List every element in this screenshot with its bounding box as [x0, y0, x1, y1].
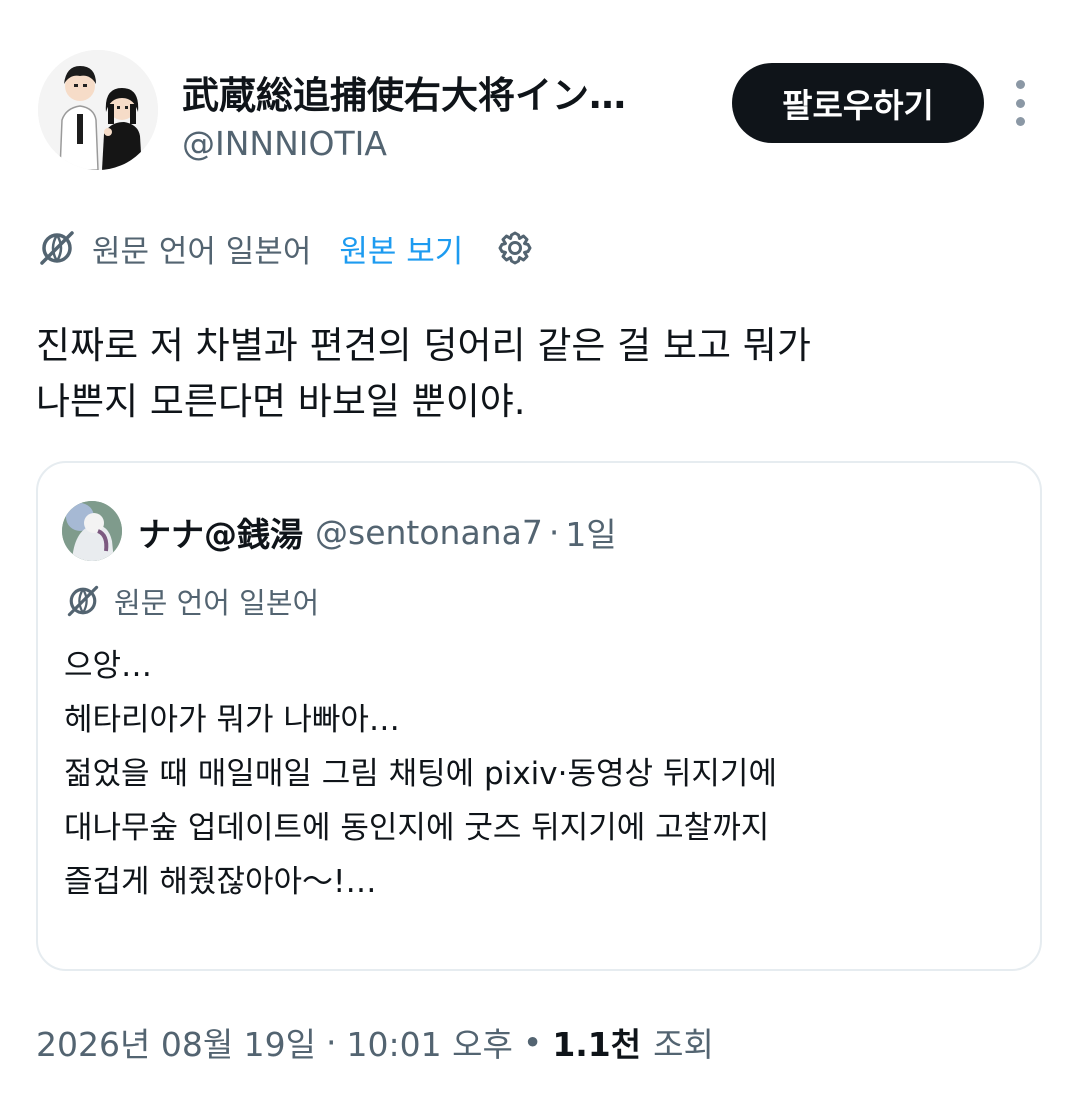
quote-source-language-label: 원문 언어 일본어	[114, 586, 320, 620]
quoted-tweet-card[interactable]: ナナ@銭湯 @sentonana7 · 1일 원문 언어 일본어 으앙… 헤타리…	[36, 461, 1042, 971]
tweet-text: 진짜로 저 차별과 편견의 덩어리 같은 걸 보고 뭐가 나쁜지 모른다면 바보…	[36, 318, 1046, 430]
views-count[interactable]: 1.1천	[552, 1018, 641, 1066]
view-original-link[interactable]: 원본 보기	[339, 226, 463, 271]
quote-display-name[interactable]: ナナ@銭湯	[138, 508, 303, 556]
globe-translate-icon	[40, 231, 74, 265]
quote-handle[interactable]: @sentonana7	[315, 513, 543, 552]
tweet-time[interactable]: 10:01 오후	[347, 1018, 513, 1066]
tweet-date[interactable]: 2026년 08월 19일	[36, 1018, 316, 1066]
quote-text: 으앙… 헤타리아가 뭐가 나빠아… 젊었을 때 매일매일 그림 채팅에 pixi…	[64, 639, 1024, 909]
quote-text-line: 젊었을 때 매일매일 그림 채팅에 pixiv·동영상 뒤지기에	[64, 756, 777, 792]
quote-timestamp[interactable]: 1일	[565, 508, 616, 556]
quote-text-line: 대나무숲 업데이트에 동인지에 굿즈 뒤지기에 고찰까지	[64, 810, 770, 846]
gear-icon[interactable]	[495, 228, 535, 268]
quote-translation-bar: 원문 언어 일본어	[64, 579, 319, 623]
author-avatar[interactable]	[38, 50, 158, 170]
tweet-meta: 2026년 08월 19일 · 10:01 오후 • 1.1천 조회	[36, 1016, 714, 1068]
more-vertical-icon	[1015, 80, 1025, 89]
follow-button[interactable]: 팔로우하기	[732, 63, 984, 143]
quote-text-line: 헤타리아가 뭐가 나빠아…	[64, 702, 400, 738]
quote-text-line: 으앙…	[64, 648, 153, 684]
author-display-name[interactable]: 武蔵総追捕使右大将イン…	[182, 74, 722, 118]
quote-avatar-icon	[62, 501, 122, 561]
translation-bar: 원문 언어 일본어 원본 보기	[36, 224, 535, 272]
tweet-text-line: 나쁜지 모른다면 바보일 뿐이야.	[36, 380, 526, 423]
meta-bullet: •	[522, 1022, 543, 1062]
meta-separator: ·	[326, 1022, 337, 1062]
anime-couple-avatar-icon	[38, 50, 158, 170]
quote-header: ナナ@銭湯 @sentonana7 · 1일	[138, 507, 617, 557]
views-label: 조회	[653, 1025, 714, 1064]
tweet-text-line: 진짜로 저 차별과 편견의 덩어리 같은 걸 보고 뭐가	[36, 324, 811, 367]
author-handle[interactable]: @INNNIOTIA	[182, 124, 387, 164]
quote-text-line: 즐겁게 해줬잖아아～!…	[64, 864, 377, 900]
tweet-detail: 武蔵総追捕使右大将イン… @INNNIOTIA 팔로우하기 원문 언어 일본어 …	[0, 0, 1080, 1107]
quote-separator: ·	[548, 512, 560, 552]
more-options-button[interactable]	[1002, 80, 1038, 126]
globe-translate-icon	[67, 585, 99, 617]
quote-author-avatar[interactable]	[62, 501, 122, 561]
source-language-label: 원문 언어 일본어	[92, 233, 312, 270]
